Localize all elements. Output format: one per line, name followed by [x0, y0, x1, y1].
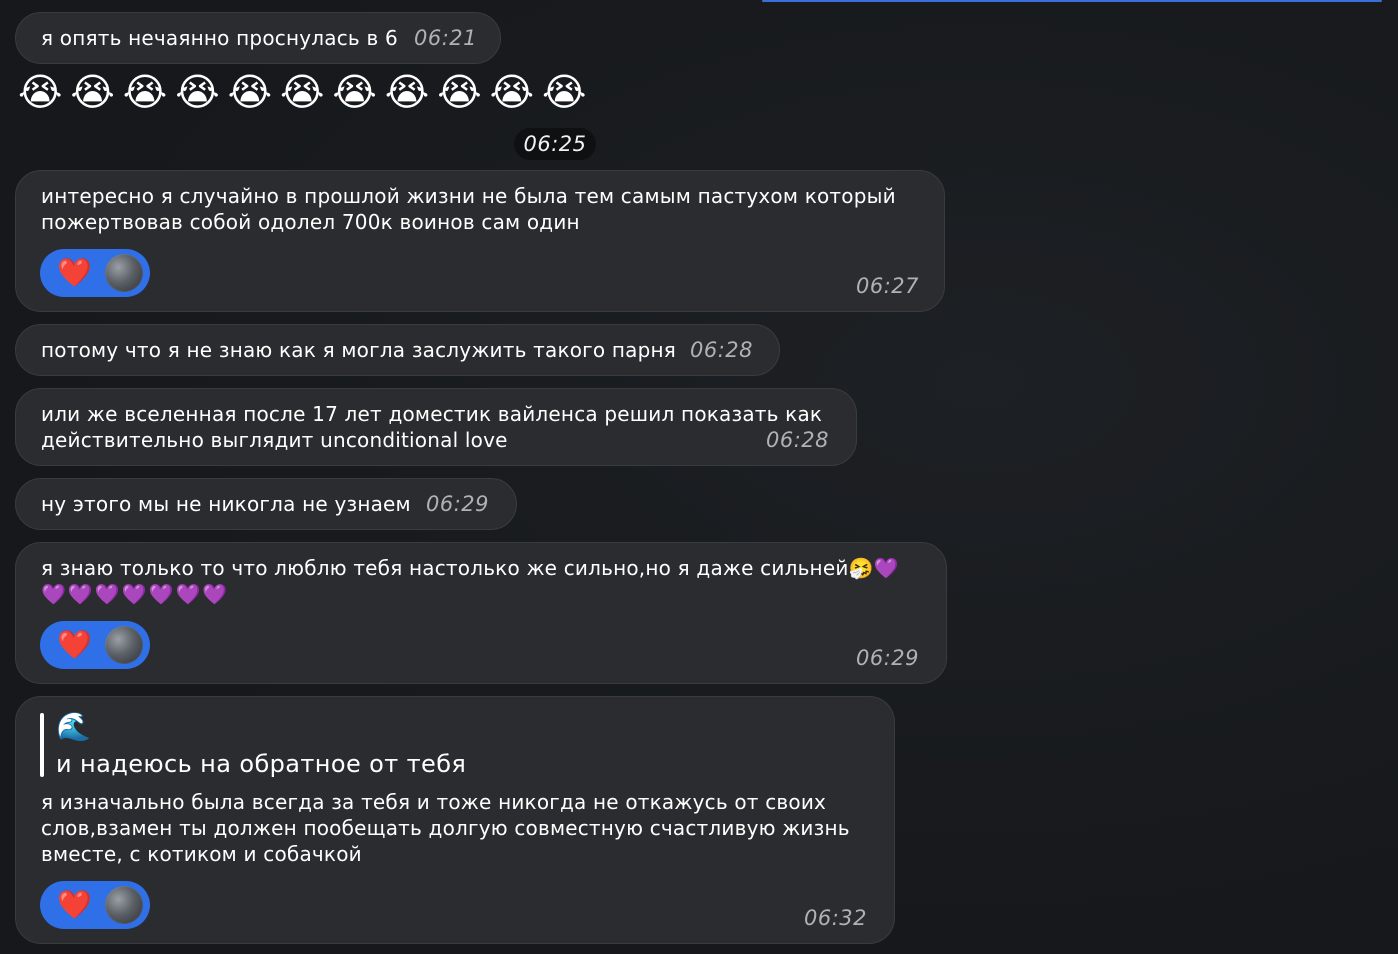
message-text: потому что я не знаю как я могла заслужи… — [41, 338, 676, 362]
chat-view: я опять нечаянно проснулась в 6 06:21 😭😭… — [0, 0, 1398, 954]
message-text: или же вселенная после 17 лет доместик в… — [41, 402, 823, 452]
avatar — [105, 886, 143, 924]
message-text: я изначально была всегда за тебя и тоже … — [41, 790, 850, 866]
avatar — [105, 254, 143, 292]
purple-hearts-row: 💜💜💜💜💜💜💜 — [41, 582, 230, 606]
message-bubble[interactable]: или же вселенная после 17 лет доместик в… — [15, 388, 857, 466]
message-text: ну этого мы не никогла не узнаем — [41, 492, 411, 516]
reaction-badge[interactable]: ❤️ — [40, 621, 150, 669]
message-bubble[interactable]: 🌊 и надеюсь на обратное от тебя я изнача… — [15, 696, 895, 944]
message-time: 06:27 — [856, 274, 920, 298]
purple-heart-icon: 💜 — [873, 556, 899, 580]
quote-text: и надеюсь на обратное от тебя — [56, 750, 467, 778]
message-text: я опять нечаянно проснулась в 6 — [41, 26, 398, 50]
message-bubble[interactable]: потому что я не знаю как я могла заслужи… — [15, 324, 780, 376]
message-time: 06:28 — [690, 338, 754, 362]
heart-icon: ❤️ — [57, 888, 93, 921]
heart-icon: ❤️ — [57, 256, 93, 289]
emoji-message[interactable]: 😭😭😭😭😭😭😭😭😭😭😭 — [18, 70, 594, 114]
quote-bar — [40, 713, 44, 777]
message-bubble[interactable]: ну этого мы не никогла не узнаем 06:29 — [15, 478, 517, 530]
message-time: 06:21 — [414, 26, 478, 50]
heart-icon: ❤️ — [57, 628, 93, 661]
reaction-badge[interactable]: ❤️ — [40, 249, 150, 297]
message-bubble[interactable]: интересно я случайно в прошлой жизни не … — [15, 170, 945, 312]
scroll-accent-line — [762, 0, 1382, 2]
wave-icon: 🌊 — [56, 710, 92, 743]
message-time: 06:32 — [804, 906, 868, 930]
message-time: 06:29 — [426, 492, 490, 516]
message-bubble[interactable]: я знаю только то что люблю тебя настольк… — [15, 542, 947, 684]
avatar — [105, 626, 143, 664]
message-text-line1: я знаю только то что люблю тебя настольк… — [41, 556, 874, 580]
reaction-badge[interactable]: ❤️ — [40, 881, 150, 929]
message-text: интересно я случайно в прошлой жизни не … — [41, 184, 896, 234]
message-time: 06:28 — [766, 428, 830, 452]
message-text: я знаю только то что люблю тебя настольк… — [41, 555, 899, 581]
message-bubble[interactable]: я опять нечаянно проснулась в 6 06:21 — [15, 12, 501, 64]
message-time: 06:29 — [856, 646, 920, 670]
date-separator: 06:25 — [514, 128, 596, 160]
